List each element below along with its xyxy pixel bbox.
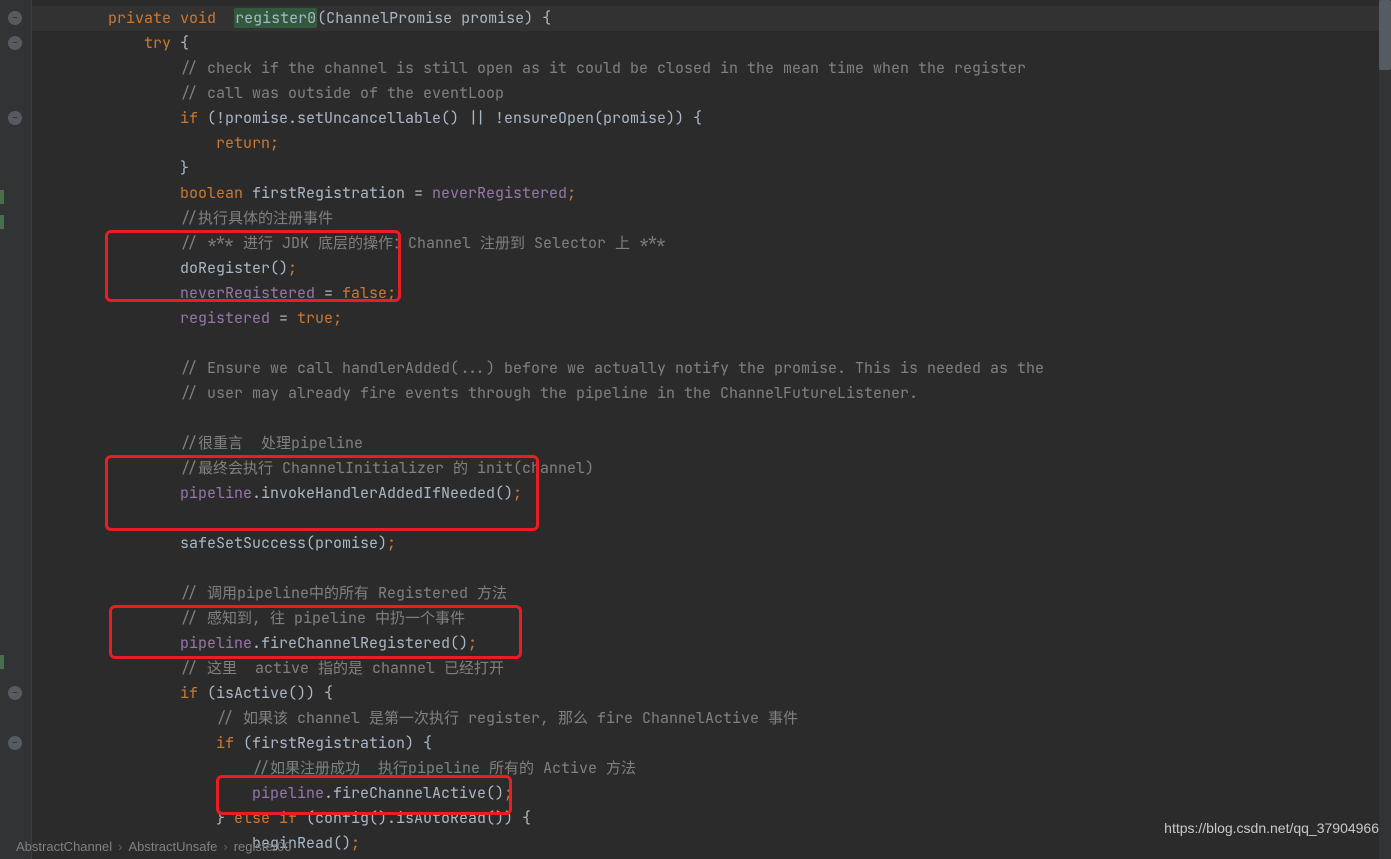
breadcrumb-item[interactable]: register00: [234, 839, 292, 854]
fold-toggle-icon[interactable]: –: [8, 36, 22, 50]
breadcrumb[interactable]: AbstractChannel › AbstractUnsafe › register0…: [16, 834, 292, 859]
code-line[interactable]: if (firstRegistration) {: [32, 731, 1391, 756]
code-line[interactable]: pipeline.invokeHandlerAddedIfNeeded();: [32, 481, 1391, 506]
code-area[interactable]: private void register0(ChannelPromise pr…: [32, 0, 1391, 859]
gutter-change-marker: [0, 190, 4, 204]
code-line[interactable]: //执行具体的注册事件: [32, 206, 1391, 231]
code-line[interactable]: registered = true;: [32, 306, 1391, 331]
code-line[interactable]: if (!promise.setUncancellable() || !ensu…: [32, 106, 1391, 131]
code-line[interactable]: }: [32, 156, 1391, 181]
code-line[interactable]: [32, 406, 1391, 431]
fold-toggle-icon[interactable]: –: [8, 11, 22, 25]
code-line[interactable]: boolean firstRegistration = neverRegiste…: [32, 181, 1391, 206]
gutter-change-marker: [0, 655, 4, 669]
editor-root: – – – – – private void register0(ChannelProm…: [0, 0, 1391, 859]
code-line[interactable]: // *** 进行 JDK 底层的操作：Channel 注册到 Selector…: [32, 231, 1391, 256]
gutter-change-marker: [0, 215, 4, 229]
code-line[interactable]: // user may already fire events through …: [32, 381, 1391, 406]
code-line[interactable]: // check if the channel is still open as…: [32, 56, 1391, 81]
breadcrumb-item[interactable]: AbstractUnsafe: [128, 839, 217, 854]
code-line[interactable]: if (isActive()) {: [32, 681, 1391, 706]
code-line[interactable]: // 调用pipeline中的所有 Registered 方法: [32, 581, 1391, 606]
method-def-highlight: register0: [234, 8, 317, 28]
code-line[interactable]: [32, 506, 1391, 531]
code-line[interactable]: return;: [32, 131, 1391, 156]
code-line[interactable]: doRegister();: [32, 256, 1391, 281]
code-line[interactable]: [32, 556, 1391, 581]
watermark: https://blog.csdn.net/qq_37904966: [1164, 816, 1379, 841]
code-line[interactable]: //最终会执行 ChannelInitializer 的 init(channe…: [32, 456, 1391, 481]
breadcrumb-separator-icon: ›: [223, 839, 227, 854]
breadcrumb-separator-icon: ›: [118, 839, 122, 854]
code-line[interactable]: try {: [32, 31, 1391, 56]
code-line[interactable]: // 感知到, 往 pipeline 中扔一个事件: [32, 606, 1391, 631]
breadcrumb-item[interactable]: AbstractChannel: [16, 839, 112, 854]
code-line[interactable]: pipeline.fireChannelRegistered();: [32, 631, 1391, 656]
code-line[interactable]: // 这里 active 指的是 channel 已经打开: [32, 656, 1391, 681]
code-line[interactable]: // call was outside of the eventLoop: [32, 81, 1391, 106]
code-line[interactable]: safeSetSuccess(promise);: [32, 531, 1391, 556]
fold-toggle-icon[interactable]: –: [8, 736, 22, 750]
fold-toggle-icon[interactable]: –: [8, 686, 22, 700]
gutter: – – – – –: [0, 0, 32, 859]
code-line[interactable]: neverRegistered = false;: [32, 281, 1391, 306]
code-line[interactable]: pipeline.fireChannelActive();: [32, 781, 1391, 806]
code-line[interactable]: [32, 331, 1391, 356]
fold-toggle-icon[interactable]: –: [8, 111, 22, 125]
code-line[interactable]: private void register0(ChannelPromise pr…: [32, 6, 1391, 31]
code-line[interactable]: // 如果该 channel 是第一次执行 register, 那么 fire …: [32, 706, 1391, 731]
vertical-scrollbar-track[interactable]: [1379, 0, 1391, 859]
vertical-scrollbar-thumb[interactable]: [1379, 0, 1391, 70]
code-line[interactable]: //如果注册成功 执行pipeline 所有的 Active 方法: [32, 756, 1391, 781]
code-line[interactable]: //很重言 处理pipeline: [32, 431, 1391, 456]
code-line[interactable]: // Ensure we call handlerAdded(...) befo…: [32, 356, 1391, 381]
